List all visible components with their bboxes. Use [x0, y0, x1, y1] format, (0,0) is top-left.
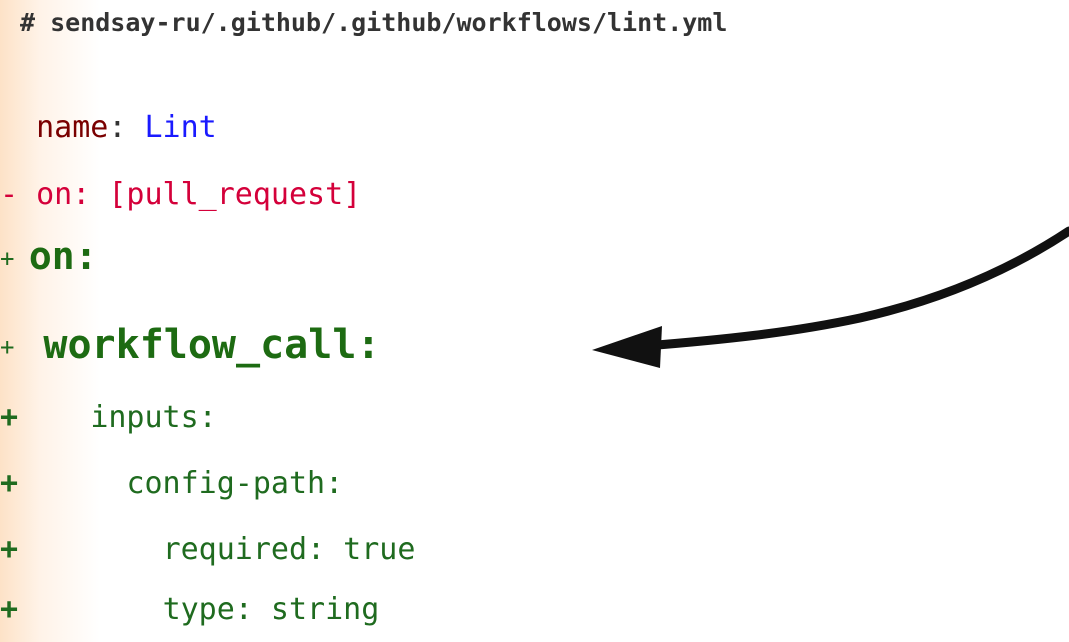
diff-line-added-config-path: + config-path:	[0, 466, 343, 501]
diff-line-name: name: Lint	[0, 110, 217, 145]
diff-marker-added: +	[0, 466, 127, 501]
diff-marker-added: +	[0, 333, 44, 361]
diff-marker	[0, 110, 36, 145]
diff-line-added-required: + required: true	[0, 532, 415, 567]
diff-line-added-inputs: + inputs:	[0, 400, 217, 435]
added-line-text: workflow_call:	[43, 322, 381, 368]
added-line-text: required: true	[162, 532, 416, 567]
yaml-key: name	[36, 110, 109, 145]
yaml-value: Lint	[144, 110, 217, 145]
diff-line-added-type: + type: string	[0, 592, 379, 627]
diff-line-added-on: + on:	[0, 234, 98, 278]
diff-marker-added: +	[0, 244, 29, 273]
diff-marker-added: +	[0, 400, 91, 435]
diff-line-added-workflow-call: + workflow_call:	[0, 322, 381, 368]
code-diff-view: # sendsay-ru/.github/.github/workflows/l…	[0, 0, 1069, 642]
arrow-shaft	[640, 226, 1069, 351]
removed-line-text: on: [pull_request]	[36, 177, 362, 212]
yaml-separator: :	[108, 110, 145, 145]
diff-line-removed: - on: [pull_request]	[0, 177, 361, 212]
added-line-text: inputs:	[90, 400, 217, 435]
added-line-text: type: string	[162, 592, 380, 627]
diff-marker-added: +	[0, 592, 163, 627]
arrow-head	[592, 326, 662, 368]
added-line-text: config-path:	[126, 466, 344, 501]
diff-marker-added: +	[0, 532, 163, 567]
added-line-text: on:	[28, 234, 98, 278]
diff-marker-removed: -	[0, 177, 37, 212]
file-path-header: # sendsay-ru/.github/.github/workflows/l…	[20, 8, 728, 37]
